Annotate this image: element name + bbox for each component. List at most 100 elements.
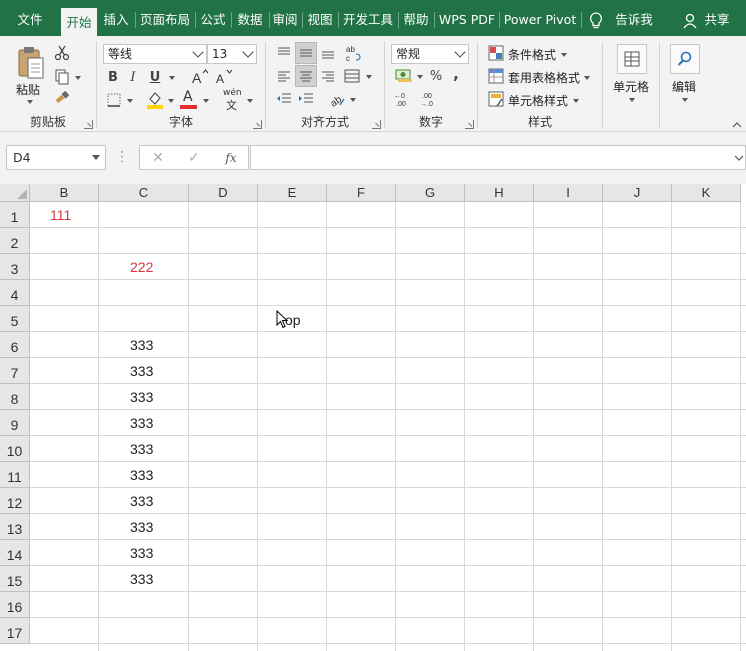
row-header-4[interactable]: 4: [0, 280, 30, 306]
cells-icon[interactable]: [617, 44, 647, 74]
cell-c3[interactable]: 222: [130, 259, 153, 275]
cancel-icon[interactable]: ✕: [148, 148, 168, 168]
align-bottom-icon[interactable]: [318, 44, 338, 62]
search-icon[interactable]: [670, 44, 700, 74]
conditional-formatting-icon[interactable]: [488, 45, 504, 61]
phonetic-guide-icon[interactable]: wén 文: [221, 88, 247, 112]
borders-dropdown-caret[interactable]: [127, 99, 133, 103]
cell-c12[interactable]: 333: [130, 493, 153, 509]
column-header-g[interactable]: G: [396, 184, 465, 202]
align-middle-icon[interactable]: [295, 42, 317, 64]
cells-button[interactable]: 单元格: [613, 78, 649, 95]
cell-styles-icon[interactable]: [488, 91, 504, 107]
cells-dropdown-caret[interactable]: [629, 98, 635, 102]
bold-button[interactable]: B: [105, 68, 121, 86]
cell-b1[interactable]: 111: [50, 207, 71, 223]
tab-formulas[interactable]: 公式: [197, 0, 229, 36]
paste-dropdown-caret[interactable]: [27, 100, 33, 104]
column-header-h[interactable]: H: [465, 184, 534, 202]
row-header-1[interactable]: 1: [0, 202, 30, 228]
font-color-icon[interactable]: A: [179, 89, 199, 111]
tab-developer[interactable]: 开发工具: [340, 0, 396, 36]
column-header-k[interactable]: K: [672, 184, 741, 202]
column-header-j[interactable]: J: [603, 184, 672, 202]
editing-dropdown-caret[interactable]: [682, 98, 688, 102]
clipboard-launcher-icon[interactable]: [84, 120, 93, 129]
row-header-12[interactable]: 12: [0, 488, 30, 514]
increase-indent-icon[interactable]: [296, 90, 316, 108]
format-as-table-icon[interactable]: [488, 68, 504, 84]
percent-style-button[interactable]: %: [427, 67, 445, 85]
cell-c11[interactable]: 333: [130, 467, 153, 483]
column-header-b[interactable]: B: [30, 184, 99, 202]
wrap-text-icon[interactable]: ab c: [342, 42, 364, 64]
name-box[interactable]: D4: [6, 145, 106, 170]
cut-icon[interactable]: [52, 44, 72, 62]
insert-function-button[interactable]: fx: [220, 148, 242, 168]
phonetic-dropdown-caret[interactable]: [247, 99, 253, 103]
number-format-select[interactable]: 常规: [391, 44, 469, 64]
row-header-14[interactable]: 14: [0, 540, 30, 566]
align-left-icon[interactable]: [274, 67, 294, 85]
cell-c10[interactable]: 333: [130, 441, 153, 457]
tab-help[interactable]: 帮助: [400, 0, 432, 36]
row-header-6[interactable]: 6: [0, 332, 30, 358]
worksheet-grid[interactable]: B C D E F G H I J K 1 2 3 4 5 6 7 8 9 10…: [0, 184, 746, 651]
orientation-icon[interactable]: ab: [326, 89, 348, 109]
select-all-corner[interactable]: [0, 184, 30, 202]
cell-c9[interactable]: 333: [130, 415, 153, 431]
row-header-17[interactable]: 17: [0, 618, 30, 644]
cell-styles-dropdown-caret[interactable]: [573, 99, 579, 103]
more-options-icon[interactable]: ⋮: [115, 147, 129, 167]
column-header-f[interactable]: F: [327, 184, 396, 202]
underline-dropdown-caret[interactable]: [169, 76, 175, 80]
column-header-e[interactable]: E: [258, 184, 327, 202]
tab-page-layout[interactable]: 页面布局: [137, 0, 193, 36]
tab-file[interactable]: 文件: [6, 0, 54, 36]
paste-button-label[interactable]: 粘贴: [16, 81, 40, 98]
align-top-icon[interactable]: [274, 44, 294, 62]
row-header-8[interactable]: 8: [0, 384, 30, 410]
row-header-15[interactable]: 15: [0, 566, 30, 592]
conditional-formatting-button[interactable]: 条件格式: [508, 46, 556, 63]
increase-decimal-icon[interactable]: ←0.00: [393, 90, 413, 108]
format-painter-icon[interactable]: [52, 90, 72, 108]
row-header-2[interactable]: 2: [0, 228, 30, 254]
copy-icon[interactable]: [52, 68, 72, 86]
tab-insert[interactable]: 插入: [99, 0, 133, 36]
font-color-dropdown-caret[interactable]: [203, 99, 209, 103]
tab-view[interactable]: 视图: [304, 0, 336, 36]
fill-color-dropdown-caret[interactable]: [168, 99, 174, 103]
conditional-dropdown-caret[interactable]: [561, 53, 567, 57]
font-name-select[interactable]: 等线: [103, 44, 207, 64]
column-header-i[interactable]: I: [534, 184, 603, 202]
table-format-dropdown-caret[interactable]: [584, 76, 590, 80]
cell-c14[interactable]: 333: [130, 545, 153, 561]
row-header-7[interactable]: 7: [0, 358, 30, 384]
decrease-decimal-icon[interactable]: .00 →.0: [419, 90, 439, 108]
column-header-d[interactable]: D: [189, 184, 258, 202]
confirm-icon[interactable]: ✓: [184, 148, 204, 168]
decrease-font-size-icon[interactable]: A: [215, 66, 233, 86]
row-header-11[interactable]: 11: [0, 462, 30, 488]
tab-power-pivot[interactable]: Power Pivot: [501, 0, 579, 36]
row-header-3[interactable]: 3: [0, 254, 30, 280]
italic-button[interactable]: I: [125, 68, 141, 86]
merge-dropdown-caret[interactable]: [366, 75, 372, 79]
expand-formula-bar-icon[interactable]: [733, 152, 745, 164]
cell-styles-button[interactable]: 单元格样式: [508, 92, 568, 109]
cell-c15[interactable]: 333: [130, 571, 153, 587]
row-header-13[interactable]: 13: [0, 514, 30, 540]
cell-c13[interactable]: 333: [130, 519, 153, 535]
tab-data[interactable]: 数据: [233, 0, 267, 36]
row-header-9[interactable]: 9: [0, 410, 30, 436]
tab-wps-pdf[interactable]: WPS PDF: [436, 0, 498, 36]
formula-input[interactable]: [250, 145, 746, 170]
font-launcher-icon[interactable]: [253, 120, 262, 129]
tab-home[interactable]: 开始: [61, 8, 97, 36]
alignment-launcher-icon[interactable]: [372, 120, 381, 129]
comma-style-button[interactable]: ,: [449, 65, 463, 83]
borders-icon[interactable]: [105, 91, 123, 109]
cell-c7[interactable]: 333: [130, 363, 153, 379]
format-as-table-button[interactable]: 套用表格格式: [508, 69, 580, 86]
